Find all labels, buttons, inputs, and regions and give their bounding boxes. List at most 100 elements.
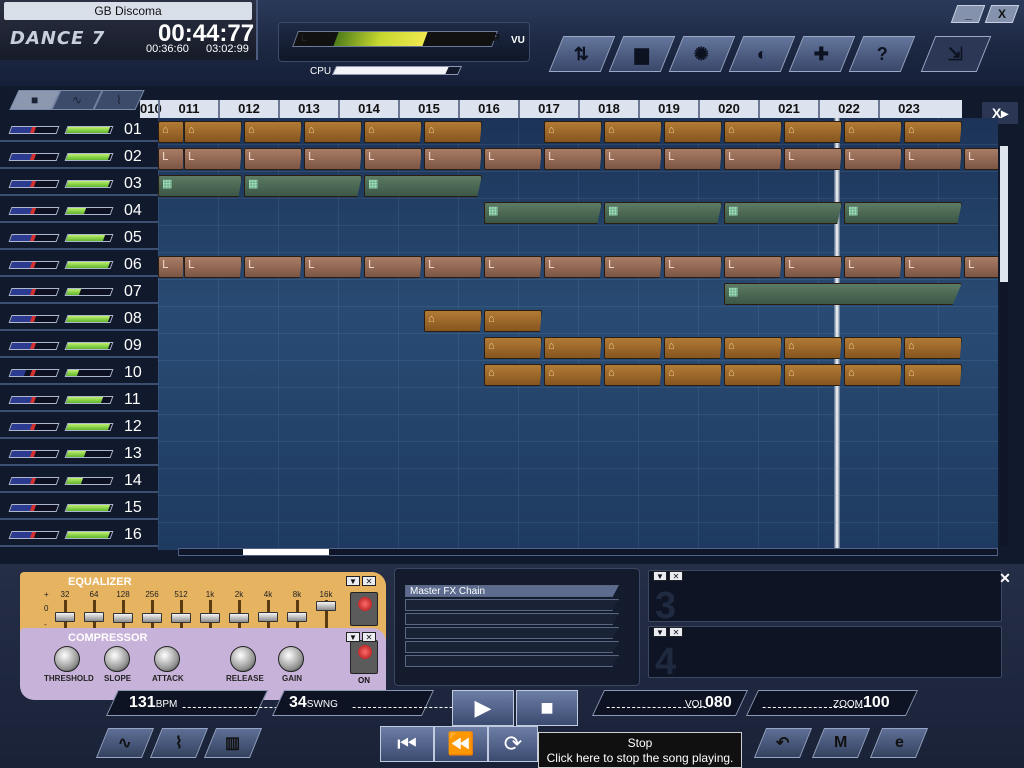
track-header[interactable]: 12: [0, 417, 158, 439]
midi-button[interactable]: M: [811, 728, 871, 758]
pan-meter[interactable]: [8, 396, 60, 404]
volume-meter[interactable]: [64, 153, 114, 161]
pattern-block[interactable]: ᒪ: [184, 256, 242, 278]
pattern-block[interactable]: ᒪ: [904, 148, 962, 170]
play-button[interactable]: ▶: [452, 690, 514, 726]
pattern-block[interactable]: ᒪ: [158, 148, 184, 170]
track-header[interactable]: 07: [0, 282, 158, 304]
pattern-grid[interactable]: ⌂ ⌂ ⌂ ⌂ ⌂ ⌂ ⌂ ⌂ ⌂ ⌂ ⌂ ⌂ ⌂ ᒪ ᒪ ᒪ ᒪ ᒪ ᒪ ᒪ ᒪ ᒪ ᒪ ᒪ ᒪ ᒪ ᒪ ᒪ ▦ ▦ ▦ ▦ ▦ ▦ ▦ ᒪ ᒪ ᒪ ᒪ ᒪ…: [158, 118, 998, 550]
playhead[interactable]: [834, 118, 840, 550]
slope-knob[interactable]: [104, 646, 130, 672]
pattern-block[interactable]: ▦: [484, 202, 602, 224]
close-icon[interactable]: ✕: [362, 632, 376, 642]
track-header[interactable]: 03: [0, 174, 158, 196]
pan-meter[interactable]: [8, 315, 60, 323]
help-button[interactable]: ?: [848, 36, 916, 72]
pattern-block[interactable]: ⌂: [904, 364, 962, 386]
horizontal-scrollbar-thumb[interactable]: [243, 549, 329, 555]
pattern-block[interactable]: ᒪ: [964, 256, 998, 278]
eq-slider-handle[interactable]: [316, 601, 336, 612]
bpm-control[interactable]: 131BPM: [105, 690, 283, 716]
swing-control[interactable]: 34SWNG: [271, 690, 453, 716]
fx-slot-empty[interactable]: [405, 613, 619, 625]
pan-meter[interactable]: [8, 504, 60, 512]
pattern-block[interactable]: ⌂: [304, 121, 362, 143]
pattern-block[interactable]: ⌂: [844, 364, 902, 386]
timeline-ruler[interactable]: 010 011 012 013 014 015 016 017 018 019 020 021 022…: [140, 100, 962, 118]
pattern-block[interactable]: ᒪ: [784, 148, 842, 170]
pan-meter[interactable]: [8, 477, 60, 485]
close-button[interactable]: X: [984, 5, 1020, 23]
volume-meter[interactable]: [64, 504, 114, 512]
zoom-control[interactable]: ZOOM100: [745, 690, 919, 716]
pattern-block[interactable]: ⌂: [784, 364, 842, 386]
pattern-block[interactable]: ⌂: [424, 121, 482, 143]
curve-view-button[interactable]: ⌇: [149, 728, 209, 758]
pattern-block[interactable]: ᒪ: [724, 256, 782, 278]
pattern-block[interactable]: ⌂: [484, 364, 542, 386]
release-knob[interactable]: [230, 646, 256, 672]
volume-meter[interactable]: [64, 288, 114, 296]
eq-slider-handle[interactable]: [55, 611, 75, 622]
pattern-block[interactable]: ⌂: [544, 337, 602, 359]
pattern-block[interactable]: ⌂: [664, 364, 722, 386]
pan-meter[interactable]: [8, 369, 60, 377]
pattern-block[interactable]: ⌂: [724, 337, 782, 359]
fx-slot-empty[interactable]: [405, 599, 619, 611]
pattern-block[interactable]: ᒪ: [844, 256, 902, 278]
pan-meter[interactable]: [8, 261, 60, 269]
track-header[interactable]: 09: [0, 336, 158, 358]
pattern-block[interactable]: ᒪ: [544, 148, 602, 170]
eq-slider-handle[interactable]: [287, 611, 307, 622]
pattern-block[interactable]: ᒪ: [964, 148, 998, 170]
track-header[interactable]: 04: [0, 201, 158, 223]
edit-button[interactable]: e: [869, 728, 929, 758]
pattern-block[interactable]: ▦: [604, 202, 722, 224]
close-icon[interactable]: ✕: [669, 627, 683, 637]
pattern-block[interactable]: ⌂: [184, 121, 242, 143]
pattern-block[interactable]: ▦: [158, 175, 242, 197]
pattern-block[interactable]: ᒪ: [364, 148, 422, 170]
pan-meter[interactable]: [8, 342, 60, 350]
effect-slot-4[interactable]: ▼ ✕ 4: [648, 626, 1002, 683]
pattern-list-button[interactable]: ▥: [203, 728, 263, 758]
pattern-block[interactable]: ⌂: [158, 121, 184, 143]
pattern-block[interactable]: ▦: [364, 175, 482, 197]
volume-control[interactable]: VOL080: [591, 690, 749, 716]
pattern-block[interactable]: ᒪ: [244, 256, 302, 278]
eq-slider-handle[interactable]: [171, 613, 191, 623]
collapse-icon[interactable]: ▼: [346, 576, 360, 586]
pattern-block[interactable]: ᒪ: [604, 256, 662, 278]
pattern-block[interactable]: ᒪ: [304, 256, 362, 278]
pattern-block[interactable]: ᒪ: [484, 148, 542, 170]
volume-meter[interactable]: [64, 423, 114, 431]
pattern-block[interactable]: ▦: [844, 202, 962, 224]
volume-meter[interactable]: [64, 531, 114, 539]
pan-meter[interactable]: [8, 423, 60, 431]
pattern-block[interactable]: ⌂: [904, 337, 962, 359]
horizontal-scrollbar[interactable]: [178, 548, 998, 556]
pan-meter[interactable]: [8, 450, 60, 458]
pan-meter[interactable]: [8, 153, 60, 161]
volume-meter[interactable]: [64, 450, 114, 458]
track-header[interactable]: 15: [0, 498, 158, 520]
pan-meter[interactable]: [8, 288, 60, 296]
vertical-scrollbar[interactable]: [1000, 146, 1008, 546]
pattern-block[interactable]: ᒪ: [784, 256, 842, 278]
pattern-block[interactable]: ⌂: [604, 121, 662, 143]
export-button[interactable]: ⇲: [920, 36, 992, 72]
collapse-icon[interactable]: ▼: [346, 632, 360, 642]
pattern-block[interactable]: ⌂: [724, 121, 782, 143]
track-header[interactable]: 14: [0, 471, 158, 493]
pattern-block[interactable]: ᒪ: [244, 148, 302, 170]
volume-meter[interactable]: [64, 234, 114, 242]
effects-button[interactable]: ✺: [668, 36, 736, 72]
volume-meter[interactable]: [64, 261, 114, 269]
fx-slot-empty[interactable]: [405, 627, 619, 639]
eq-slider-handle[interactable]: [84, 611, 104, 622]
volume-meter[interactable]: [64, 180, 114, 188]
undo-button[interactable]: ↶: [753, 728, 813, 758]
pan-meter[interactable]: [8, 180, 60, 188]
pattern-block[interactable]: ▦: [724, 283, 962, 305]
track-header[interactable]: 01: [0, 120, 158, 142]
